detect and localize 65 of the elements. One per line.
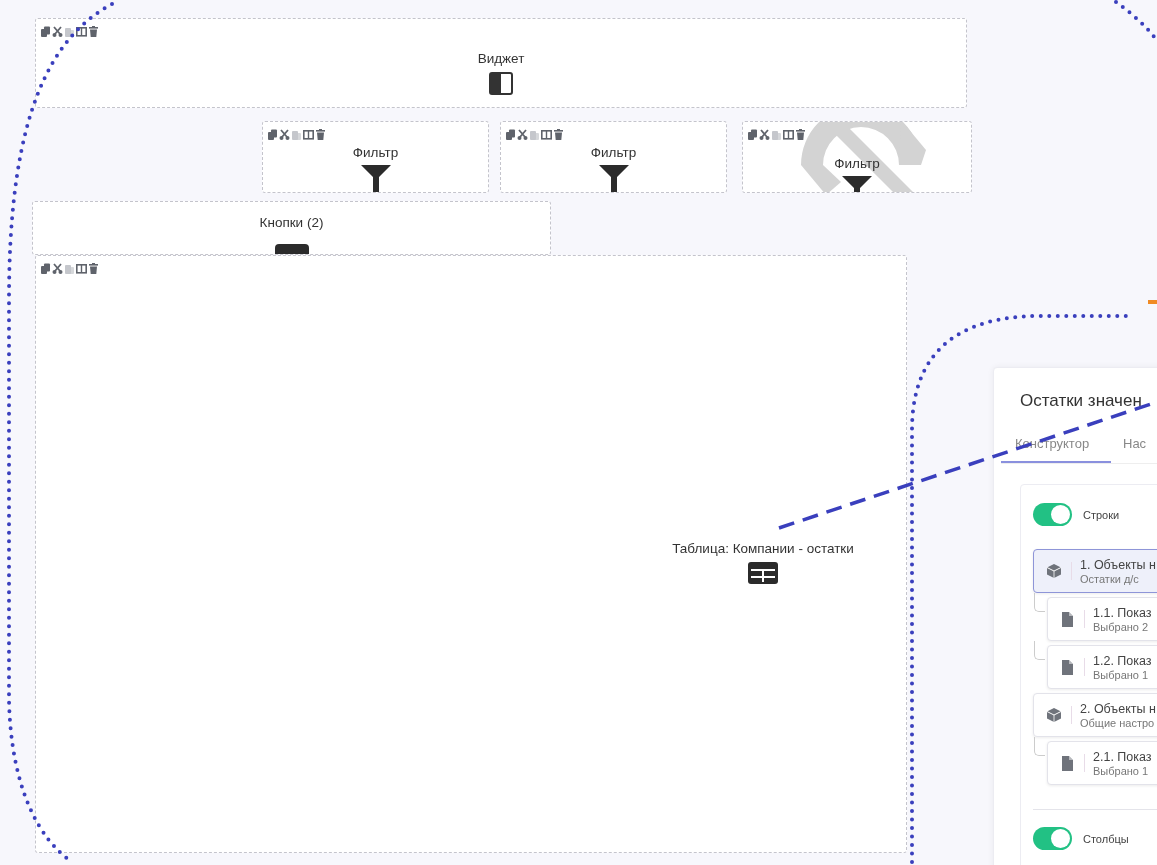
item-title: 2. Объекты н <box>1080 701 1156 716</box>
widget-frame[interactable]: Виджет <box>35 18 967 108</box>
cut-icon[interactable] <box>52 26 63 38</box>
connector-line <box>1034 641 1045 660</box>
columns-icon[interactable] <box>541 129 552 141</box>
widget-label: Виджет <box>477 51 525 66</box>
copy-icon[interactable] <box>267 129 278 141</box>
delete-icon[interactable] <box>553 129 564 141</box>
cut-icon[interactable] <box>759 129 770 141</box>
item-title: 1.2. Показ <box>1093 653 1152 668</box>
tree-item[interactable]: 1.2. Показ Выбрано 1 <box>1047 645 1157 689</box>
widget-frame[interactable]: Кнопки (2) <box>32 201 551 255</box>
half-square-icon <box>489 72 513 95</box>
document-icon <box>1061 611 1074 627</box>
toggle-switch[interactable] <box>1033 503 1072 526</box>
columns-icon[interactable] <box>783 129 794 141</box>
widget-frame[interactable]: Фильтр <box>262 121 489 193</box>
copy-icon[interactable] <box>40 263 51 275</box>
document-icon <box>1061 659 1074 675</box>
widget-label: Фильтр <box>834 156 880 171</box>
item-title: 1.1. Показ <box>1093 605 1152 620</box>
toggle-label: Столбцы <box>1083 832 1129 845</box>
widget-frame[interactable]: Фильтр <box>742 121 972 193</box>
widget-label: Таблица: Компании - остатки <box>672 541 854 556</box>
funnel-icon <box>359 164 392 192</box>
widget-frame[interactable]: Таблица: Компании - остатки <box>35 255 907 853</box>
delete-icon[interactable] <box>88 263 99 275</box>
tree-item[interactable]: 2. Объекты н Общие настро <box>1033 693 1157 737</box>
widget-label: Фильтр <box>590 145 637 160</box>
copy-icon[interactable] <box>505 129 516 141</box>
connector-line <box>1034 737 1045 756</box>
tree-item[interactable]: 1. Объекты н Остатки д/с <box>1033 549 1157 593</box>
widget-frame[interactable]: Фильтр <box>500 121 727 193</box>
panel-title: Остатки значен <box>1019 390 1143 411</box>
toggle-switch[interactable] <box>1033 827 1072 850</box>
item-title: 1. Объекты н <box>1080 557 1156 572</box>
delete-icon[interactable] <box>88 26 99 38</box>
item-title: 2.1. Показ <box>1093 749 1152 764</box>
tree-item[interactable]: 2.1. Показ Выбрано 1 <box>1047 741 1157 785</box>
cut-icon[interactable] <box>517 129 528 141</box>
delete-icon[interactable] <box>795 129 806 141</box>
document-icon <box>1061 755 1074 771</box>
connector-line <box>1034 593 1045 612</box>
cut-icon[interactable] <box>52 263 63 275</box>
item-subtitle: Выбрано 2 <box>1093 620 1150 633</box>
cut-icon[interactable] <box>279 129 290 141</box>
table-icon <box>748 562 778 584</box>
cube-icon <box>1047 564 1061 578</box>
columns-icon[interactable] <box>76 263 87 275</box>
columns-icon[interactable] <box>303 129 314 141</box>
item-subtitle: Общие настро <box>1080 716 1156 729</box>
item-subtitle: Выбрано 1 <box>1093 668 1150 681</box>
widget-label: Кнопки (2) <box>259 215 324 230</box>
item-subtitle: Выбрано 1 <box>1093 764 1150 777</box>
copy-icon[interactable] <box>40 26 51 38</box>
columns-icon[interactable] <box>76 26 87 38</box>
cube-icon <box>1047 708 1061 722</box>
widget-label: Фильтр <box>352 145 399 160</box>
tab[interactable]: Нас <box>1111 436 1147 463</box>
item-subtitle: Остатки д/с <box>1080 572 1140 585</box>
delete-icon[interactable] <box>315 129 326 141</box>
toggle-label: Строки <box>1083 508 1120 521</box>
funnel-icon <box>597 164 630 192</box>
copy-icon[interactable] <box>747 129 758 141</box>
tree-item[interactable]: 1.1. Показ Выбрано 2 <box>1047 597 1157 641</box>
